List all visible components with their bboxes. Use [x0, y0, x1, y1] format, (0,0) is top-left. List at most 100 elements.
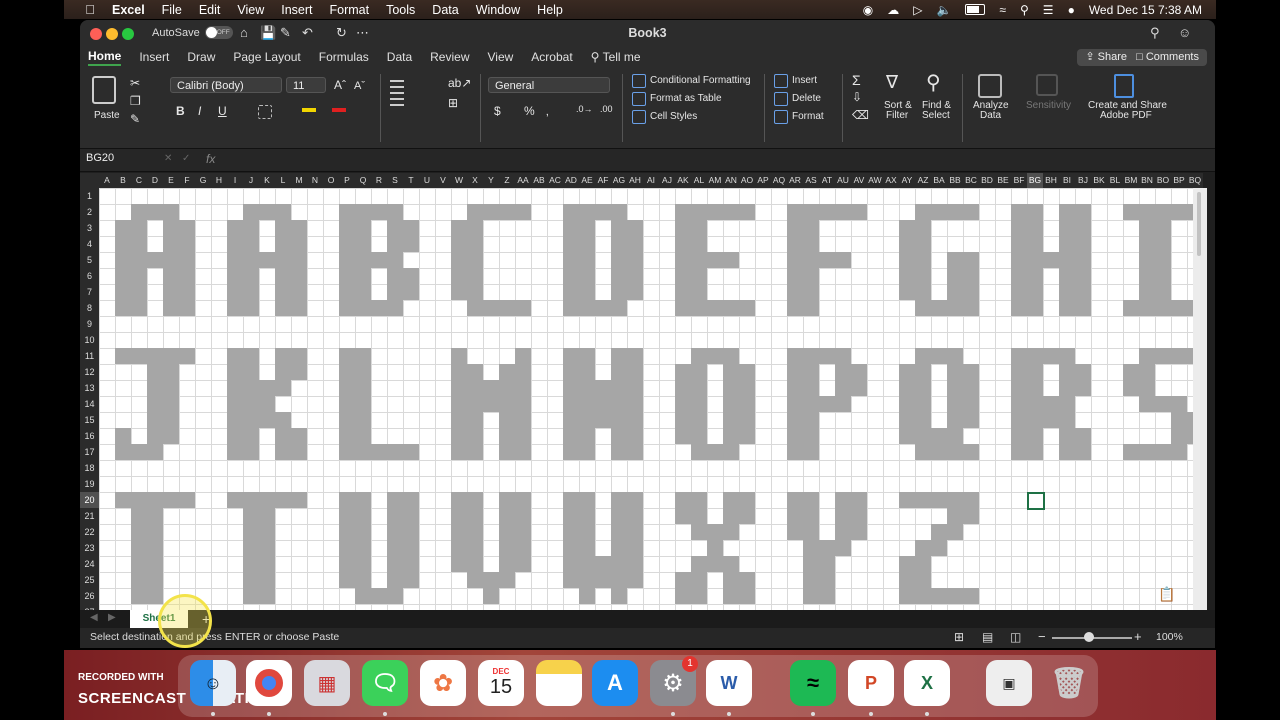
filled-cell[interactable] [1059, 300, 1075, 316]
column-header[interactable]: T [403, 173, 419, 188]
filled-cell[interactable] [627, 508, 643, 524]
filled-cell[interactable] [899, 572, 915, 588]
filled-cell[interactable] [579, 396, 595, 412]
select-all-corner[interactable] [80, 173, 99, 188]
filled-cell[interactable] [1059, 396, 1075, 412]
zoom-level[interactable]: 100% [1156, 631, 1183, 643]
cell-styles-icon[interactable] [632, 110, 646, 124]
filled-cell[interactable] [1155, 236, 1171, 252]
filled-cell[interactable] [115, 300, 131, 316]
menu-view[interactable]: View [237, 3, 264, 17]
filled-cell[interactable] [387, 236, 403, 252]
filled-cell[interactable] [723, 364, 739, 380]
filled-cell[interactable] [947, 508, 963, 524]
filled-cell[interactable] [147, 540, 163, 556]
format-cells-icon[interactable] [774, 110, 788, 124]
filled-cell[interactable] [595, 396, 611, 412]
find-select-icon[interactable]: ⚲ [926, 70, 941, 95]
filled-cell[interactable] [227, 300, 243, 316]
worksheet-grid[interactable] [99, 188, 1203, 620]
filled-cell[interactable] [355, 380, 371, 396]
name-box[interactable]: BG20 [86, 152, 146, 168]
filled-cell[interactable] [291, 364, 307, 380]
filled-cell[interactable] [803, 364, 819, 380]
filled-cell[interactable] [467, 396, 483, 412]
filled-cell[interactable] [963, 364, 979, 380]
filled-cell[interactable] [947, 492, 963, 508]
filled-cell[interactable] [1059, 268, 1075, 284]
preview-icon[interactable]: ▣ [986, 660, 1032, 706]
filled-cell[interactable] [851, 524, 867, 540]
filled-cell[interactable] [451, 492, 467, 508]
filled-cell[interactable] [899, 412, 915, 428]
notes-icon[interactable] [536, 660, 582, 706]
chrome-icon[interactable] [246, 660, 292, 706]
filled-cell[interactable] [1139, 300, 1155, 316]
filled-cell[interactable] [355, 540, 371, 556]
filled-cell[interactable] [1171, 444, 1187, 460]
column-header[interactable]: AM [707, 173, 723, 188]
play-icon[interactable]: ▷ [913, 3, 922, 17]
filled-cell[interactable] [1059, 204, 1075, 220]
filled-cell[interactable] [915, 556, 931, 572]
filled-cell[interactable] [451, 364, 467, 380]
filled-cell[interactable] [147, 572, 163, 588]
filled-cell[interactable] [227, 284, 243, 300]
filled-cell[interactable] [723, 396, 739, 412]
filled-cell[interactable] [371, 204, 387, 220]
filled-cell[interactable] [1171, 348, 1187, 364]
filled-cell[interactable] [243, 508, 259, 524]
filled-cell[interactable] [147, 444, 163, 460]
filled-cell[interactable] [1139, 236, 1155, 252]
filled-cell[interactable] [563, 348, 579, 364]
filled-cell[interactable] [963, 300, 979, 316]
column-header[interactable]: BM [1123, 173, 1139, 188]
row-header[interactable]: 25 [80, 572, 99, 588]
filled-cell[interactable] [1155, 348, 1171, 364]
app-store-icon[interactable]: A [592, 660, 638, 706]
filled-cell[interactable] [291, 252, 307, 268]
filled-cell[interactable] [131, 300, 147, 316]
filled-cell[interactable] [675, 588, 691, 604]
column-header[interactable]: V [435, 173, 451, 188]
column-header[interactable]: Z [499, 173, 515, 188]
format-cells-button[interactable]: Format [792, 111, 824, 122]
filled-cell[interactable] [515, 540, 531, 556]
filled-cell[interactable] [147, 252, 163, 268]
filled-cell[interactable] [1139, 444, 1155, 460]
filled-cell[interactable] [1171, 204, 1187, 220]
filled-cell[interactable] [387, 492, 403, 508]
filled-cell[interactable] [1011, 252, 1027, 268]
filled-cell[interactable] [915, 396, 931, 412]
filled-cell[interactable] [563, 508, 579, 524]
filled-cell[interactable] [691, 236, 707, 252]
filled-cell[interactable] [339, 268, 355, 284]
filled-cell[interactable] [291, 444, 307, 460]
filled-cell[interactable] [627, 556, 643, 572]
fill-icon[interactable]: ⇩ [852, 90, 862, 104]
filled-cell[interactable] [243, 252, 259, 268]
filled-cell[interactable] [899, 588, 915, 604]
filled-cell[interactable] [259, 412, 275, 428]
filled-cell[interactable] [803, 412, 819, 428]
filled-cell[interactable] [243, 268, 259, 284]
filled-cell[interactable] [1171, 412, 1187, 428]
filled-cell[interactable] [339, 524, 355, 540]
filled-cell[interactable] [627, 492, 643, 508]
formula-input[interactable] [226, 151, 1186, 169]
filled-cell[interactable] [403, 492, 419, 508]
clock-text[interactable]: Wed Dec 15 7:38 AM [1089, 3, 1202, 17]
delete-cells-button[interactable]: Delete [792, 93, 821, 104]
filled-cell[interactable] [243, 540, 259, 556]
filled-cell[interactable] [227, 412, 243, 428]
filled-cell[interactable] [691, 268, 707, 284]
filled-cell[interactable] [163, 300, 179, 316]
filled-cell[interactable] [611, 364, 627, 380]
battery-icon[interactable] [965, 4, 986, 15]
filled-cell[interactable] [483, 588, 499, 604]
filled-cell[interactable] [403, 572, 419, 588]
filled-cell[interactable] [339, 572, 355, 588]
filled-cell[interactable] [595, 204, 611, 220]
filled-cell[interactable] [259, 396, 275, 412]
filled-cell[interactable] [563, 556, 579, 572]
